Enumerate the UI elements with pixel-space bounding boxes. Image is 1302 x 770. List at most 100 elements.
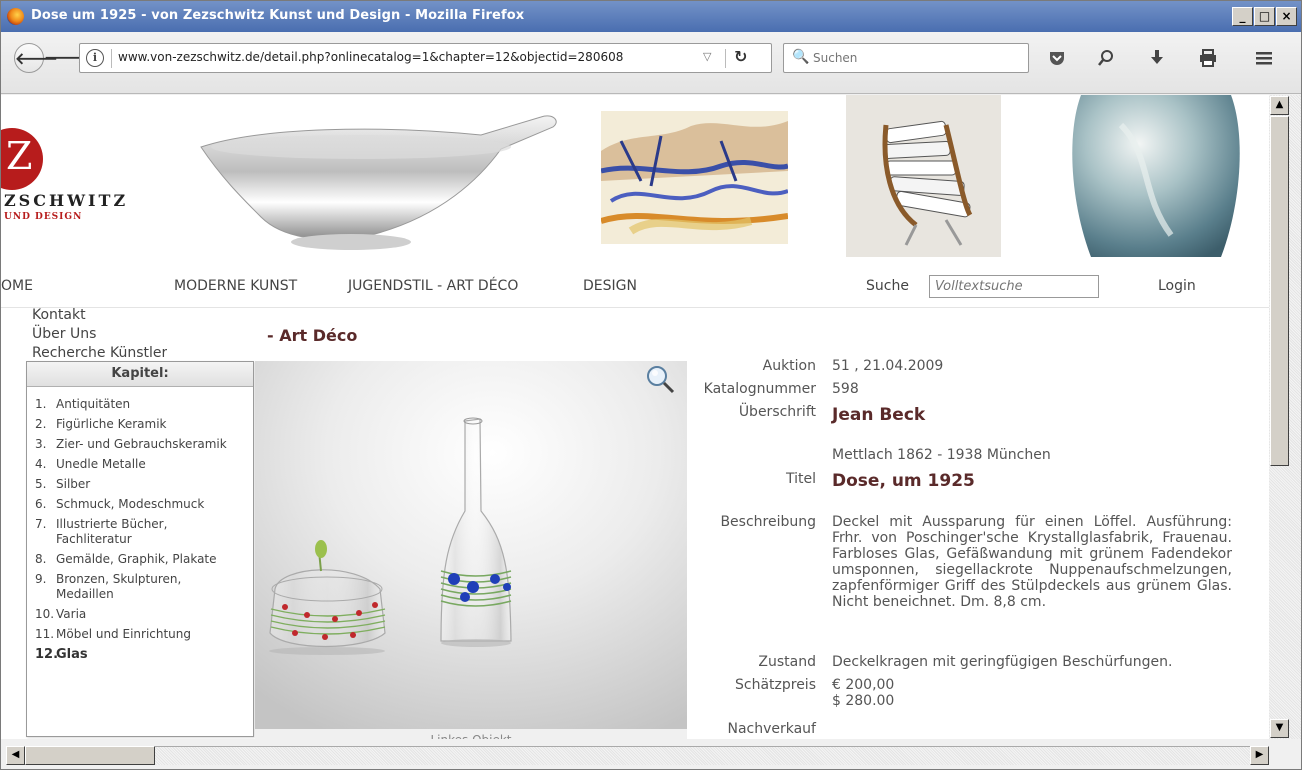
print-icon[interactable]	[1197, 48, 1219, 70]
horizontal-scroll-thumb[interactable]	[25, 746, 155, 765]
schaetzpreis-usd: $ 280.00	[832, 693, 895, 709]
minimize-button[interactable]: _	[1232, 7, 1253, 26]
kapitel-label: Illustrierte Bücher, Fachliteratur	[56, 517, 168, 546]
kapitel-item-bronzen[interactable]: 9. Bronzen, Skulpturen, Medaillen	[35, 572, 253, 602]
header-image-glass-vase[interactable]	[1061, 95, 1251, 257]
nav-toolbar: 🡐 🡒 i www.von-zezschwitz.de/detail.php?o…	[1, 32, 1301, 94]
kapitel-menu: Kapitel: 1. Antiquitäten 2. Figürliche Ker…	[26, 361, 254, 737]
kapitel-number: 6.	[35, 497, 47, 511]
titel-value: Dose, um 1925	[832, 471, 975, 491]
kapitel-item-moebel[interactable]: 11. Möbel und Einrichtung	[35, 627, 253, 642]
menu-icon[interactable]	[1253, 48, 1275, 70]
scroll-down-button[interactable]: ▼	[1270, 719, 1289, 738]
back-icon: 🡐	[15, 49, 58, 68]
kapitel-number: 4.	[35, 457, 47, 471]
kapitel-menu-title: Kapitel:	[27, 362, 253, 387]
site-logo[interactable]: Z	[1, 128, 43, 190]
kapitel-label: Glas	[56, 647, 88, 662]
dropdown-icon[interactable]: ▽	[703, 50, 711, 63]
kapitel-number: 3.	[35, 437, 47, 451]
kapitel-label: Antiquitäten	[56, 397, 131, 411]
reload-icon[interactable]: ↻	[734, 47, 747, 66]
kapitel-item-antiquitaeten[interactable]: 1. Antiquitäten	[35, 397, 253, 412]
kapitel-label: Schmuck, Modeschmuck	[56, 497, 205, 511]
horizontal-scroll-track[interactable]	[6, 746, 1268, 765]
katalognummer-label: Katalognummer	[703, 381, 816, 397]
pocket-icon[interactable]	[1046, 48, 1068, 70]
kapitel-number: 1.	[35, 397, 47, 411]
kapitel-number: 7.	[35, 517, 47, 531]
sidebar-link-kontakt[interactable]: Kontakt	[32, 307, 86, 323]
kapitel-label: Figürliche Keramik	[56, 417, 167, 431]
maximize-button[interactable]: □	[1254, 7, 1275, 26]
zustand-value: Deckelkragen mit geringfügigen Beschürfu…	[832, 654, 1173, 670]
url-text[interactable]: www.von-zezschwitz.de/detail.php?onlinec…	[118, 50, 698, 64]
kapitel-number: 10.	[35, 607, 55, 621]
forward-button[interactable]: 🡒	[44, 43, 87, 73]
url-separator-2	[725, 49, 726, 68]
page-title: - Art Déco	[267, 326, 358, 345]
zustand-label: Zustand	[758, 654, 816, 670]
scroll-right-button[interactable]: ▶	[1250, 746, 1269, 765]
product-image[interactable]	[255, 361, 687, 729]
nav-design[interactable]: DESIGN	[583, 278, 637, 294]
header-image-silver-sauceboat[interactable]	[181, 107, 571, 257]
kapitel-label: Unedle Metalle	[56, 457, 146, 471]
scroll-left-button[interactable]: ◀	[6, 746, 25, 765]
title-bar: Dose um 1925 - von Zezschwitz Kunst und …	[1, 1, 1301, 32]
kapitel-item-unedle-metalle[interactable]: 4. Unedle Metalle	[35, 457, 253, 472]
sidebar-link-recherche[interactable]: Recherche Künstler	[32, 345, 167, 361]
forward-icon: 🡒	[44, 48, 87, 67]
login-link[interactable]: Login	[1158, 278, 1196, 294]
kapitel-label: Silber	[56, 477, 91, 491]
nav-home[interactable]: OME	[1, 278, 33, 294]
logo-name: ZSCHWITZ	[4, 191, 129, 210]
url-bar[interactable]: i www.von-zezschwitz.de/detail.php?onlin…	[79, 43, 772, 73]
kapitel-number: 8.	[35, 552, 47, 566]
beschreibung-label: Beschreibung	[720, 514, 816, 530]
nav-divider	[1, 307, 1269, 308]
kapitel-label: Zier- und Gebrauchskeramik	[56, 437, 227, 451]
kapitel-item-buecher[interactable]: 7. Illustrierte Bücher, Fachliteratur	[35, 517, 253, 547]
horizontal-scrollbar[interactable]: ◀ ▶	[1, 739, 1301, 769]
info-icon[interactable]: i	[86, 49, 104, 67]
nav-moderne-kunst[interactable]: MODERNE KUNST	[174, 278, 297, 294]
scroll-up-button[interactable]: ▲	[1270, 96, 1289, 115]
katalognummer-value: 598	[832, 381, 859, 397]
close-button[interactable]: ×	[1276, 7, 1297, 26]
image-caption: Linkes Objekt	[255, 729, 687, 739]
kapitel-number: 9.	[35, 572, 47, 586]
browser-search-box[interactable]: 🔍	[783, 43, 1029, 73]
kapitel-item-figuerliche-keramik[interactable]: 2. Figürliche Keramik	[35, 417, 253, 432]
browser-search-input[interactable]	[813, 48, 1013, 68]
zoom-icon[interactable]	[1095, 48, 1117, 70]
schaetzpreis-label: Schätzpreis	[734, 677, 816, 693]
titel-label: Titel	[785, 471, 816, 487]
search-label: Suche	[866, 278, 909, 294]
kapitel-number: 11.	[35, 627, 55, 641]
kapitel-label: Bronzen, Skulpturen, Medaillen	[56, 572, 182, 601]
nav-jugendstil-art-deco[interactable]: JUGENDSTIL - ART DÉCO	[348, 278, 518, 294]
logo-letter: Z	[6, 134, 33, 178]
header-image-painting[interactable]	[601, 111, 788, 244]
browser-window: Dose um 1925 - von Zezschwitz Kunst und …	[0, 0, 1302, 770]
kapitel-item-gemaelde[interactable]: 8. Gemälde, Graphik, Plakate	[35, 552, 253, 567]
page-content: Z ZSCHWITZ UND DESIGN OME MODERNE KUNST …	[1, 95, 1269, 739]
sidebar-link-ueber-uns[interactable]: Über Uns	[32, 326, 96, 342]
kapitel-item-varia[interactable]: 10. Varia	[35, 607, 253, 622]
kapitel-label: Gemälde, Graphik, Plakate	[56, 552, 217, 566]
download-icon[interactable]	[1146, 48, 1168, 70]
header-image-design-chair[interactable]	[846, 95, 1001, 257]
kapitel-number: 12.	[35, 647, 59, 662]
kapitel-item-silber[interactable]: 5. Silber	[35, 477, 253, 492]
logo-subtitle: UND DESIGN	[4, 212, 83, 222]
window-title: Dose um 1925 - von Zezschwitz Kunst und …	[31, 8, 525, 23]
kapitel-item-glas[interactable]: 12. Glas	[35, 647, 253, 662]
auktion-value: 51 , 21.04.2009	[832, 358, 944, 374]
kapitel-item-zier-gebrauchskeramik[interactable]: 3. Zier- und Gebrauchskeramik	[35, 437, 253, 452]
back-button[interactable]: 🡐	[14, 43, 58, 73]
fulltext-search-input[interactable]	[929, 275, 1099, 298]
url-separator	[111, 49, 112, 68]
kapitel-item-schmuck[interactable]: 6. Schmuck, Modeschmuck	[35, 497, 253, 512]
vertical-scroll-thumb[interactable]	[1270, 116, 1289, 466]
